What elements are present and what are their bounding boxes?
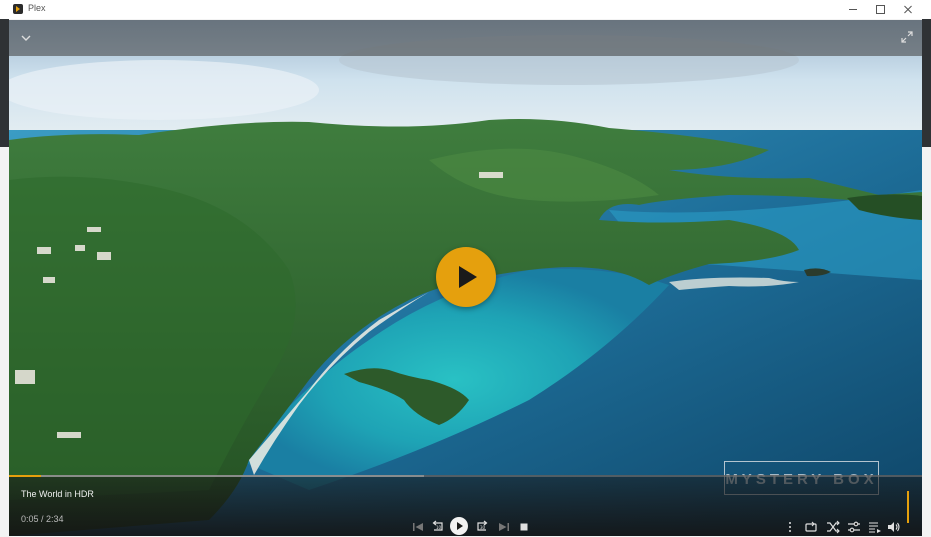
more-vertical-icon[interactable] — [782, 519, 798, 535]
play-icon — [457, 522, 463, 530]
big-play-button[interactable] — [436, 247, 496, 307]
chevron-down-icon[interactable] — [19, 31, 33, 45]
volume-icon[interactable] — [886, 519, 902, 535]
seek-bar-progress — [9, 475, 41, 477]
svg-text:10: 10 — [436, 525, 442, 530]
stop-icon[interactable] — [516, 519, 532, 535]
maximize-button[interactable] — [866, 0, 894, 19]
plex-logo-icon — [13, 4, 23, 14]
seek-bar[interactable] — [9, 475, 922, 477]
skip-previous-icon[interactable] — [410, 519, 426, 535]
minimize-button[interactable] — [839, 0, 867, 19]
plex-window: Plex The World in HDR 0:05 / 2:34 10 30 — [0, 0, 931, 537]
play-button[interactable] — [450, 517, 468, 535]
expand-icon[interactable] — [900, 30, 914, 44]
title-bar: Plex — [0, 0, 931, 19]
playlist-icon[interactable] — [867, 519, 883, 535]
video-player[interactable]: MYSTERY BOX The World in HDR 0:05 / 2:34… — [9, 20, 922, 536]
background-panel-right — [922, 19, 931, 147]
player-top-bar — [9, 20, 922, 56]
volume-slider[interactable] — [907, 491, 909, 523]
repeat-icon[interactable] — [803, 519, 819, 535]
media-title: The World in HDR — [21, 489, 94, 499]
skip-next-icon[interactable] — [496, 519, 512, 535]
seek-bar-buffered — [9, 475, 425, 477]
background-panel-left — [0, 19, 9, 147]
play-icon — [459, 266, 477, 288]
forward-30-icon[interactable]: 30 — [474, 519, 490, 535]
replay-10-icon[interactable]: 10 — [430, 519, 446, 535]
close-button[interactable] — [894, 0, 922, 19]
svg-text:30: 30 — [480, 525, 486, 530]
shuffle-icon[interactable] — [825, 519, 841, 535]
player-controls: The World in HDR 0:05 / 2:34 10 30 — [9, 475, 922, 536]
sliders-icon[interactable] — [846, 519, 862, 535]
window-title: Plex — [28, 3, 46, 13]
media-time: 0:05 / 2:34 — [21, 514, 64, 524]
